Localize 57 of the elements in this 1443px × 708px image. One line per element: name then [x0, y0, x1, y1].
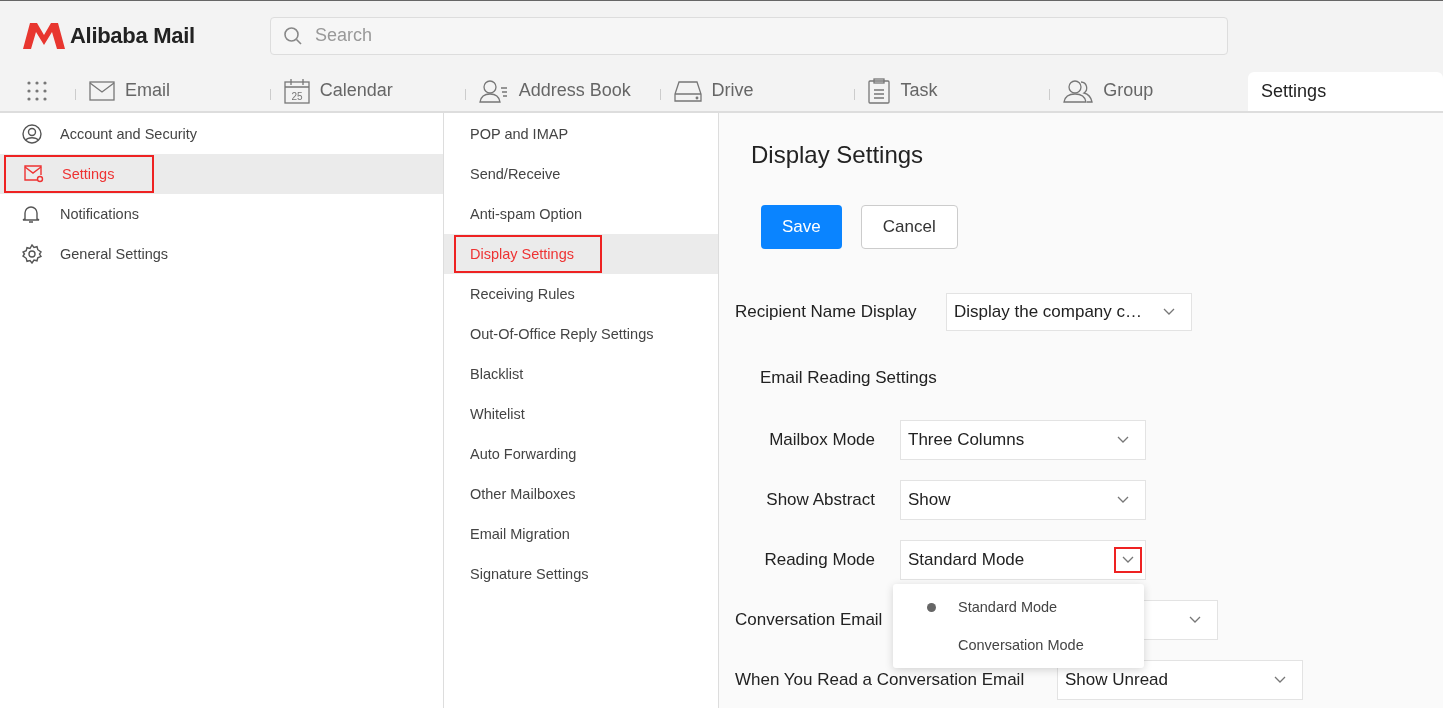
submenu-item[interactable]: POP and IMAP: [444, 114, 718, 154]
settings-icon: [22, 244, 42, 264]
field-label: When You Read a Conversation Email: [735, 670, 1026, 690]
field-label: Reading Mode: [763, 550, 875, 570]
nav-tab[interactable]: Address Book: [464, 70, 660, 111]
chevron-down-icon: [1122, 556, 1134, 564]
section-heading: Email Reading Settings: [760, 368, 937, 388]
submenu-item[interactable]: Auto Forwarding: [444, 434, 718, 474]
dropdown[interactable]: Display the company c…: [946, 293, 1192, 331]
clipboard-icon: [868, 77, 891, 104]
field-label: Mailbox Mode: [768, 430, 875, 450]
nav-tab[interactable]: 25 Calendar: [269, 70, 465, 111]
nav-tab[interactable]: Email: [74, 70, 270, 111]
submenu-item[interactable]: Email Migration: [444, 514, 718, 554]
submenu-item[interactable]: Anti-spam Option: [444, 194, 718, 234]
chevron-down-icon: [1117, 496, 1129, 504]
sidebar-item[interactable]: Notifications: [0, 194, 443, 234]
page-title: Display Settings: [751, 141, 925, 169]
field-label: Recipient Name Display: [735, 302, 918, 322]
bell-icon: [22, 204, 40, 224]
field-label: Conversation Email: [735, 610, 884, 630]
dropdown[interactable]: Show Unread: [1057, 660, 1303, 700]
submenu-item[interactable]: Blacklist: [444, 354, 718, 394]
sidebar-item[interactable]: General Settings: [0, 234, 443, 274]
nav-tab[interactable]: Group: [1049, 70, 1245, 111]
submenu-item[interactable]: Receiving Rules: [444, 274, 718, 314]
logo-icon: [22, 21, 66, 50]
group-icon: [1063, 78, 1094, 103]
sidebar-item[interactable]: Account and Security: [0, 114, 443, 154]
nav-tab[interactable]: Settings: [1248, 72, 1443, 111]
search-icon: [283, 25, 303, 46]
chevron-down-icon: [1117, 436, 1129, 444]
save-button[interactable]: Save: [761, 205, 842, 249]
submenu-item[interactable]: Signature Settings: [444, 554, 718, 594]
submenu-item[interactable]: Other Mailboxes: [444, 474, 718, 514]
dropdown[interactable]: Three Columns: [900, 420, 1146, 460]
contacts-icon: [478, 78, 509, 103]
calendar-icon: 25: [283, 77, 310, 104]
chevron-down-icon: [1163, 308, 1175, 316]
dropdown-option[interactable]: Standard Mode: [958, 599, 1058, 615]
submenu-item[interactable]: Out-Of-Office Reply Settings: [444, 314, 718, 354]
submenu-item[interactable]: Send/Receive: [444, 154, 718, 194]
mail-icon: [88, 80, 115, 101]
nav-tab[interactable]: Task: [854, 70, 1050, 111]
drive-icon: [673, 79, 702, 102]
dropdown-option[interactable]: Conversation Mode: [958, 637, 1084, 653]
apps-grid-icon[interactable]: [27, 80, 48, 101]
field-label: Show Abstract: [765, 490, 875, 510]
mail-settings-icon: [24, 165, 44, 183]
chevron-down-icon: [1274, 676, 1286, 684]
chevron-down-icon: [1189, 616, 1201, 624]
submenu-item[interactable]: Whitelist: [444, 394, 718, 434]
cancel-button[interactable]: Cancel: [860, 205, 958, 249]
app-name: Alibaba Mail: [70, 22, 195, 49]
nav-tab[interactable]: Drive: [659, 70, 855, 111]
dropdown[interactable]: Show: [900, 480, 1146, 520]
user-icon: [22, 124, 42, 144]
